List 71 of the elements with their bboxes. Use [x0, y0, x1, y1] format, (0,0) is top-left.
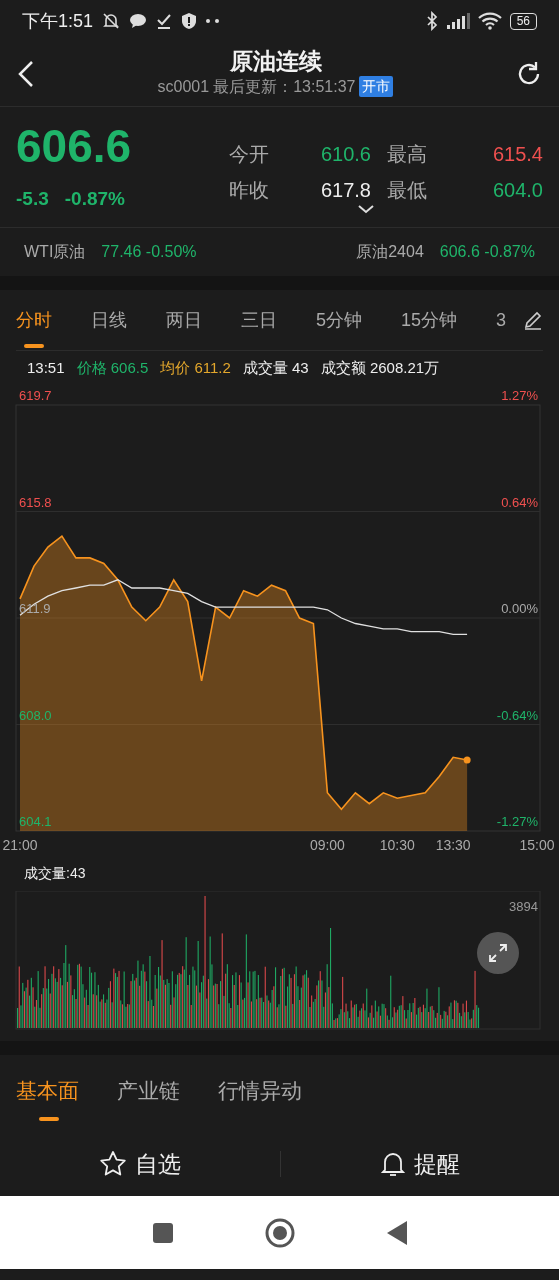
- contract-code: sc0001: [157, 76, 210, 97]
- period-tab[interactable]: 5分钟: [316, 306, 362, 334]
- period-tab[interactable]: 15分钟: [401, 306, 458, 334]
- info-text: 成交额 2608.21万: [320, 357, 440, 378]
- recents-icon[interactable]: [151, 1221, 174, 1244]
- quote-value: 615.4: [491, 142, 543, 167]
- period-tab[interactable]: 日线: [91, 306, 127, 334]
- back-nav-icon[interactable]: [385, 1219, 408, 1246]
- last-price: 606.6: [16, 123, 132, 169]
- check-icon: [155, 12, 174, 30]
- volume-max-label: 3894: [509, 899, 538, 914]
- percent-axis-label: 0.00%: [501, 601, 538, 616]
- quote-value: 617.8: [319, 178, 371, 203]
- update-time: 最后更新：13:51:37: [213, 76, 356, 97]
- quote-label: 最低: [387, 178, 428, 203]
- percent-axis-label: 1.27%: [501, 388, 538, 403]
- quote-value: 604.0: [491, 178, 543, 203]
- percent-change: -0.87%: [64, 187, 125, 211]
- content-tab[interactable]: 基本面: [16, 1075, 79, 1121]
- related-quote: 606.6 -0.87%: [439, 242, 535, 262]
- info-text: 成交量 43: [242, 357, 309, 378]
- time-axis-label: 09:00: [309, 837, 345, 853]
- info-text: 13:51: [27, 357, 65, 378]
- fullscreen-button[interactable]: [477, 932, 519, 974]
- muted-bell-icon: [101, 11, 122, 31]
- price-axis-label: 615.8: [19, 494, 52, 510]
- page-title: 原油连续: [228, 49, 323, 75]
- wifi-icon: [477, 12, 502, 30]
- bluetooth-icon: [425, 11, 438, 31]
- period-tab[interactable]: 三日: [241, 306, 277, 334]
- chat-bubble-icon: [129, 13, 148, 29]
- percent-axis-label: -0.64%: [496, 707, 538, 723]
- signal-icon: [445, 13, 470, 29]
- info-text: 价格 606.5: [76, 357, 149, 378]
- price-axis-label: 619.7: [19, 388, 52, 403]
- alert-button[interactable]: 提醒: [281, 1145, 559, 1183]
- expand-icon: [488, 943, 508, 963]
- period-tab[interactable]: 3: [496, 306, 507, 334]
- quote-value: 610.6: [319, 142, 371, 167]
- status-time: 下午1:51: [22, 9, 94, 33]
- shield-icon: [181, 12, 198, 30]
- home-icon[interactable]: [263, 1216, 296, 1249]
- period-tab[interactable]: 分时: [16, 306, 52, 348]
- expand-chevron-icon[interactable]: [358, 205, 374, 214]
- current-price-dot: [463, 756, 471, 764]
- time-axis-label: 13:30: [435, 837, 471, 853]
- period-tab[interactable]: 两日: [166, 306, 202, 334]
- volume-label: 成交量:43: [23, 864, 87, 883]
- price-change: -5.3: [16, 187, 49, 211]
- watchlist-button[interactable]: 自选: [0, 1145, 280, 1183]
- related-quote: 77.46 -0.50%: [101, 242, 197, 262]
- percent-axis-label: -1.27%: [496, 814, 538, 829]
- quote-label: 今开: [229, 142, 270, 167]
- time-axis-label: 21:00: [2, 837, 38, 853]
- content-tab[interactable]: 行情异动: [218, 1075, 302, 1121]
- time-axis-label: 10:30: [379, 837, 415, 853]
- star-icon: [99, 1150, 127, 1178]
- content-tab[interactable]: 产业链: [117, 1075, 180, 1121]
- quote-label: 最高: [387, 142, 428, 167]
- more-dots-icon: [205, 18, 222, 24]
- info-text: 均价 611.2: [160, 357, 231, 378]
- battery-icon: 56: [509, 12, 537, 30]
- related-name: WTI原油: [24, 242, 86, 262]
- market-status-badge: 开市: [359, 76, 394, 98]
- percent-axis-label: 0.64%: [501, 494, 538, 510]
- back-icon[interactable]: [16, 60, 36, 88]
- time-axis-label: 15:00: [519, 837, 555, 853]
- bell-icon: [380, 1150, 406, 1178]
- quote-label: 昨收: [229, 178, 270, 203]
- edit-icon[interactable]: [523, 310, 543, 330]
- related-name: 原油2404: [356, 242, 424, 262]
